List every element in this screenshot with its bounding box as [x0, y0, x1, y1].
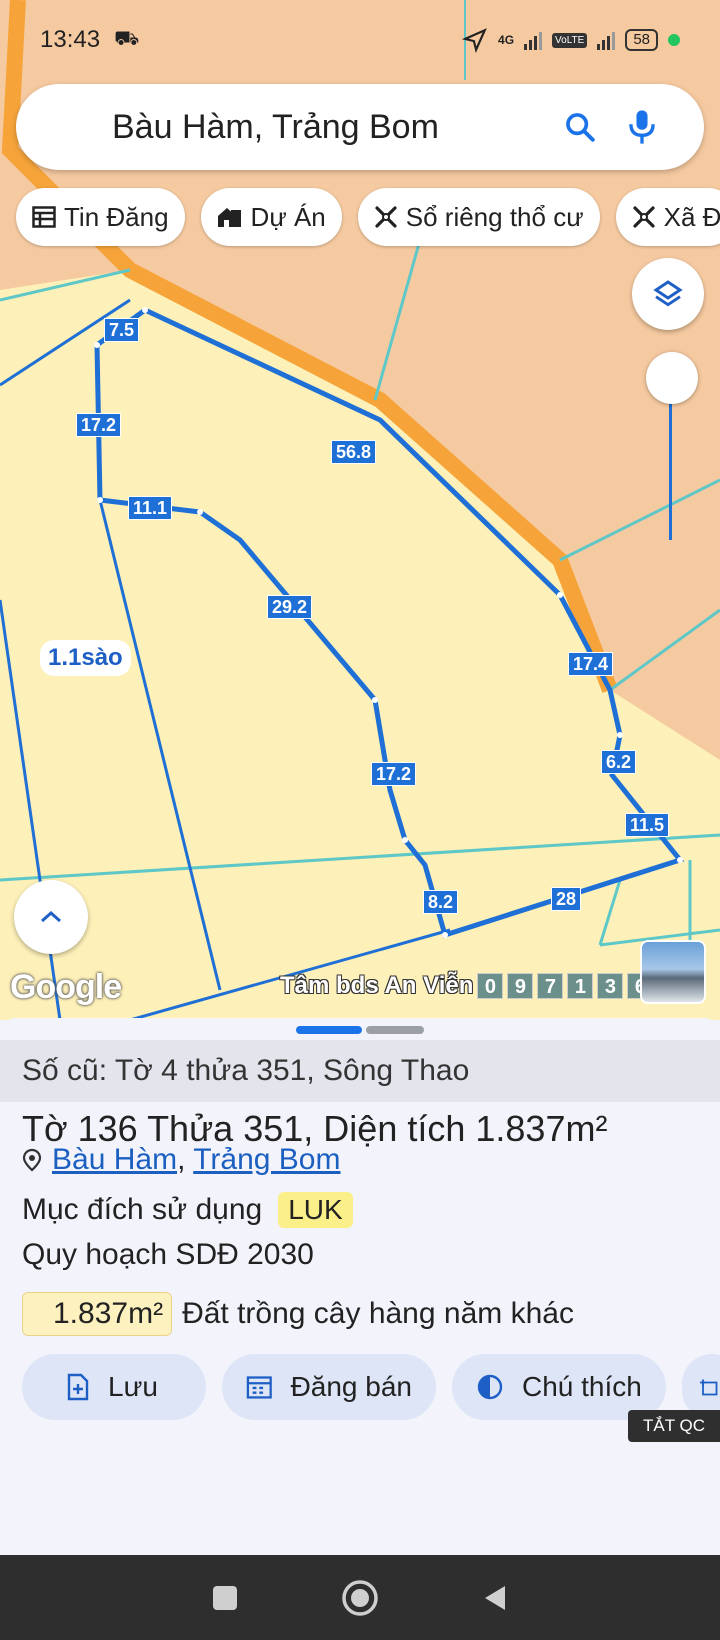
chip-so-rieng-tho-cu[interactable]: Sổ riêng thổ cư — [357, 188, 600, 246]
layers-button[interactable] — [632, 258, 704, 330]
recents-icon[interactable] — [210, 1583, 240, 1613]
half-circle-icon — [477, 1374, 503, 1400]
district-link[interactable]: Trảng Bom — [193, 1143, 340, 1176]
edge-length-label: 8.2 — [423, 890, 459, 914]
purpose-row: Mục đích sử dụng LUK — [22, 1192, 353, 1228]
chip-tin-dang[interactable]: Tin Đăng — [16, 188, 185, 246]
edge-length-label: 29.2 — [267, 595, 313, 619]
back-icon[interactable] — [480, 1583, 510, 1613]
chevron-up-icon — [41, 910, 61, 923]
disable-ads-button[interactable]: TẮT QC — [628, 1410, 720, 1442]
system-nav-bar — [0, 1555, 720, 1640]
google-logo: Google — [10, 968, 122, 1006]
edge-length-label: 17.4 — [568, 652, 614, 676]
post-for-sale-button[interactable]: Đăng bán — [222, 1354, 436, 1420]
battery-indicator: 58 — [625, 29, 658, 51]
location-arrow-icon — [462, 28, 487, 53]
filter-chips: Tin Đăng Dự Án Sổ riêng thổ cư Xã Đ — [16, 188, 720, 246]
location-row: Bàu Hàm, Trảng Bom — [22, 1143, 340, 1177]
layers-icon — [653, 280, 683, 307]
old-record-text: Số cũ: Tờ 4 thửa 351, Sông Thao — [22, 1054, 470, 1087]
edge-length-label: 11.5 — [625, 813, 670, 837]
edge-length-label: 56.8 — [331, 440, 377, 464]
tools-icon — [375, 206, 397, 228]
watermark-digit: 7 — [537, 973, 564, 999]
chip-label: Dự Án — [250, 201, 326, 232]
plan-row: Quy hoạch SDĐ 2030 — [22, 1238, 314, 1272]
expand-sheet-button[interactable] — [14, 880, 88, 954]
microphone-icon[interactable] — [620, 105, 664, 149]
chip-label: Xã Đ — [663, 201, 720, 232]
action-buttons: Lưu Đăng bán Chú thích — [22, 1354, 720, 1420]
sheet-handle[interactable] — [366, 1026, 424, 1034]
signal-strength-icon — [597, 30, 616, 50]
table-icon — [32, 206, 56, 228]
plan-detail-row: 1.837m² Đất trồng cây hàng năm khác — [22, 1292, 574, 1336]
chip-label: Tin Đăng — [64, 201, 169, 232]
opacity-slider-track[interactable] — [669, 380, 672, 540]
edge-length-label: 6.2 — [601, 750, 637, 774]
car-icon: ⛟ — [114, 27, 140, 50]
watermark-digit: 1 — [567, 973, 594, 999]
search-icon[interactable] — [558, 105, 602, 149]
edge-length-label: 7.5 — [104, 318, 140, 342]
volte-icon: VoLTE — [552, 32, 588, 48]
chip-xa[interactable]: Xã Đ — [615, 188, 720, 246]
watermark: Tâm bds An Viễn 0 9 7 1 3 6 — [280, 972, 654, 1000]
purpose-label: Mục đích sử dụng — [22, 1193, 263, 1226]
search-query[interactable]: Bàu Hàm, Trảng Bom — [112, 108, 540, 147]
signal-strength-icon — [524, 30, 543, 50]
status-bar: 13:43 ⛟ 4G VoLTE 58 — [0, 0, 720, 80]
purpose-code-badge: LUK — [278, 1192, 353, 1228]
plan-type: Đất trồng cây hàng năm khác — [182, 1297, 574, 1330]
legend-button-label: Chú thích — [522, 1371, 642, 1402]
clock: 13:43 — [40, 26, 101, 53]
map-view[interactable]: 7.5 17.2 56.8 11.1 29.2 17.4 17.2 6.2 11… — [0, 0, 720, 1020]
watermark-digit: 3 — [597, 973, 624, 999]
old-record-row: Số cũ: Tờ 4 thửa 351, Sông Thao — [0, 1040, 720, 1102]
edge-length-label: 17.2 — [371, 762, 417, 786]
watermark-digit: 0 — [477, 973, 504, 999]
edge-length-label: 11.1 — [128, 496, 173, 520]
opacity-slider-thumb[interactable] — [646, 352, 698, 404]
post-for-sale-label: Đăng bán — [290, 1371, 412, 1402]
area-value: 1.837m² — [475, 1108, 608, 1149]
save-button-label: Lưu — [108, 1371, 158, 1402]
chip-du-an[interactable]: Dự Án — [200, 188, 342, 246]
profile-photo[interactable] — [640, 940, 706, 1004]
plan-label: Quy hoạch SDĐ 2030 — [22, 1238, 314, 1271]
edge-length-label: 17.2 — [76, 413, 122, 437]
location-separator: , — [177, 1143, 186, 1176]
file-plus-icon — [67, 1373, 89, 1401]
edge-length-label: 28 — [551, 887, 582, 911]
sheet-handle-active[interactable] — [296, 1026, 362, 1034]
tools-icon — [633, 206, 655, 228]
network-type: 4G — [498, 33, 515, 47]
privacy-indicator-dot — [668, 34, 680, 46]
commune-link[interactable]: Bàu Hàm — [52, 1143, 177, 1176]
parcel-area-label[interactable]: 1.1sào — [40, 640, 131, 676]
watermark-text: Tâm bds An Viễn — [280, 972, 474, 999]
watermark-digit: 9 — [507, 973, 534, 999]
house-icon — [217, 208, 241, 227]
search-bar[interactable]: Bàu Hàm, Trảng Bom — [16, 84, 704, 170]
calendar-icon — [246, 1376, 272, 1399]
chip-label: Sổ riêng thổ cư — [405, 201, 584, 232]
plan-area-chip: 1.837m² — [22, 1292, 173, 1336]
home-icon[interactable] — [340, 1578, 380, 1618]
save-button[interactable]: Lưu — [22, 1354, 206, 1420]
add-photo-icon — [700, 1379, 718, 1396]
location-pin-icon — [22, 1148, 42, 1172]
parcel-info-sheet: Số cũ: Tờ 4 thửa 351, Sông Thao Tờ 136 T… — [0, 1018, 720, 1555]
